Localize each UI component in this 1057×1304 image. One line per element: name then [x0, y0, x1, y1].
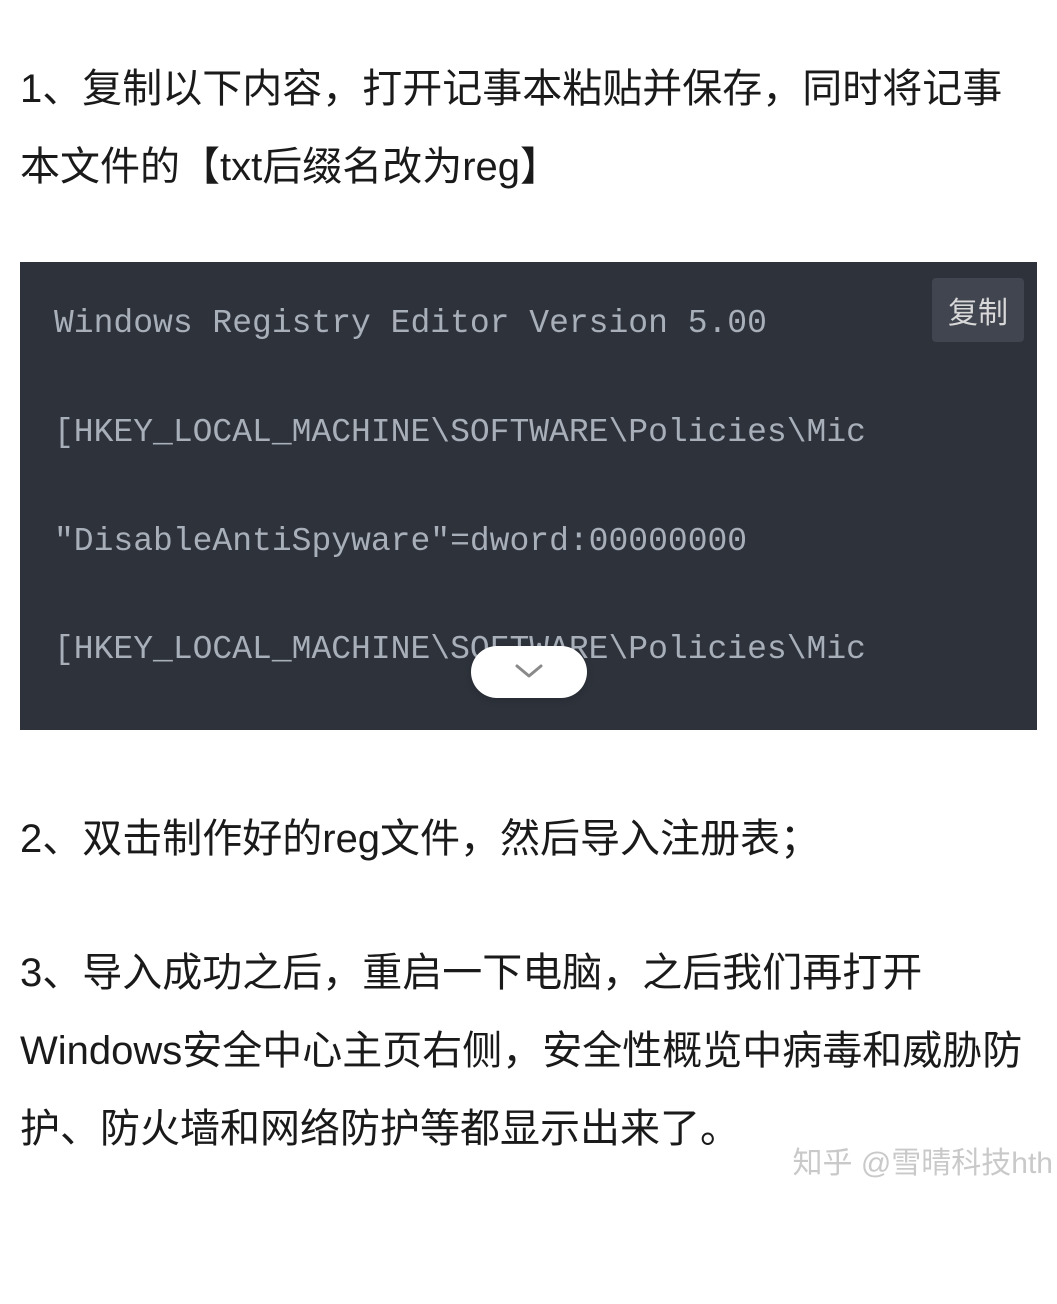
chevron-down-icon	[513, 661, 545, 684]
watermark: 知乎 @雪晴科技hth	[793, 1138, 1054, 1182]
code-line-2: [HKEY_LOCAL_MACHINE\SOFTWARE\Policies\Mi…	[54, 407, 1003, 460]
code-line-3: "DisableAntiSpyware"=dword:00000000	[54, 516, 1003, 569]
step-2-text: 2、双击制作好的reg文件，然后导入注册表；	[20, 800, 1037, 878]
step-3-text: 3、导入成功之后，重启一下电脑，之后我们再打开Windows安全中心主页右侧，安…	[20, 934, 1037, 1168]
expand-button[interactable]	[471, 646, 587, 698]
code-block-container: Windows Registry Editor Version 5.00 [HKE…	[20, 262, 1037, 730]
step-1-text: 1、复制以下内容，打开记事本粘贴并保存，同时将记事本文件的【txt后缀名改为re…	[20, 50, 1037, 206]
copy-button[interactable]: 复制	[932, 278, 1024, 342]
code-line-1: Windows Registry Editor Version 5.00	[54, 298, 1003, 351]
